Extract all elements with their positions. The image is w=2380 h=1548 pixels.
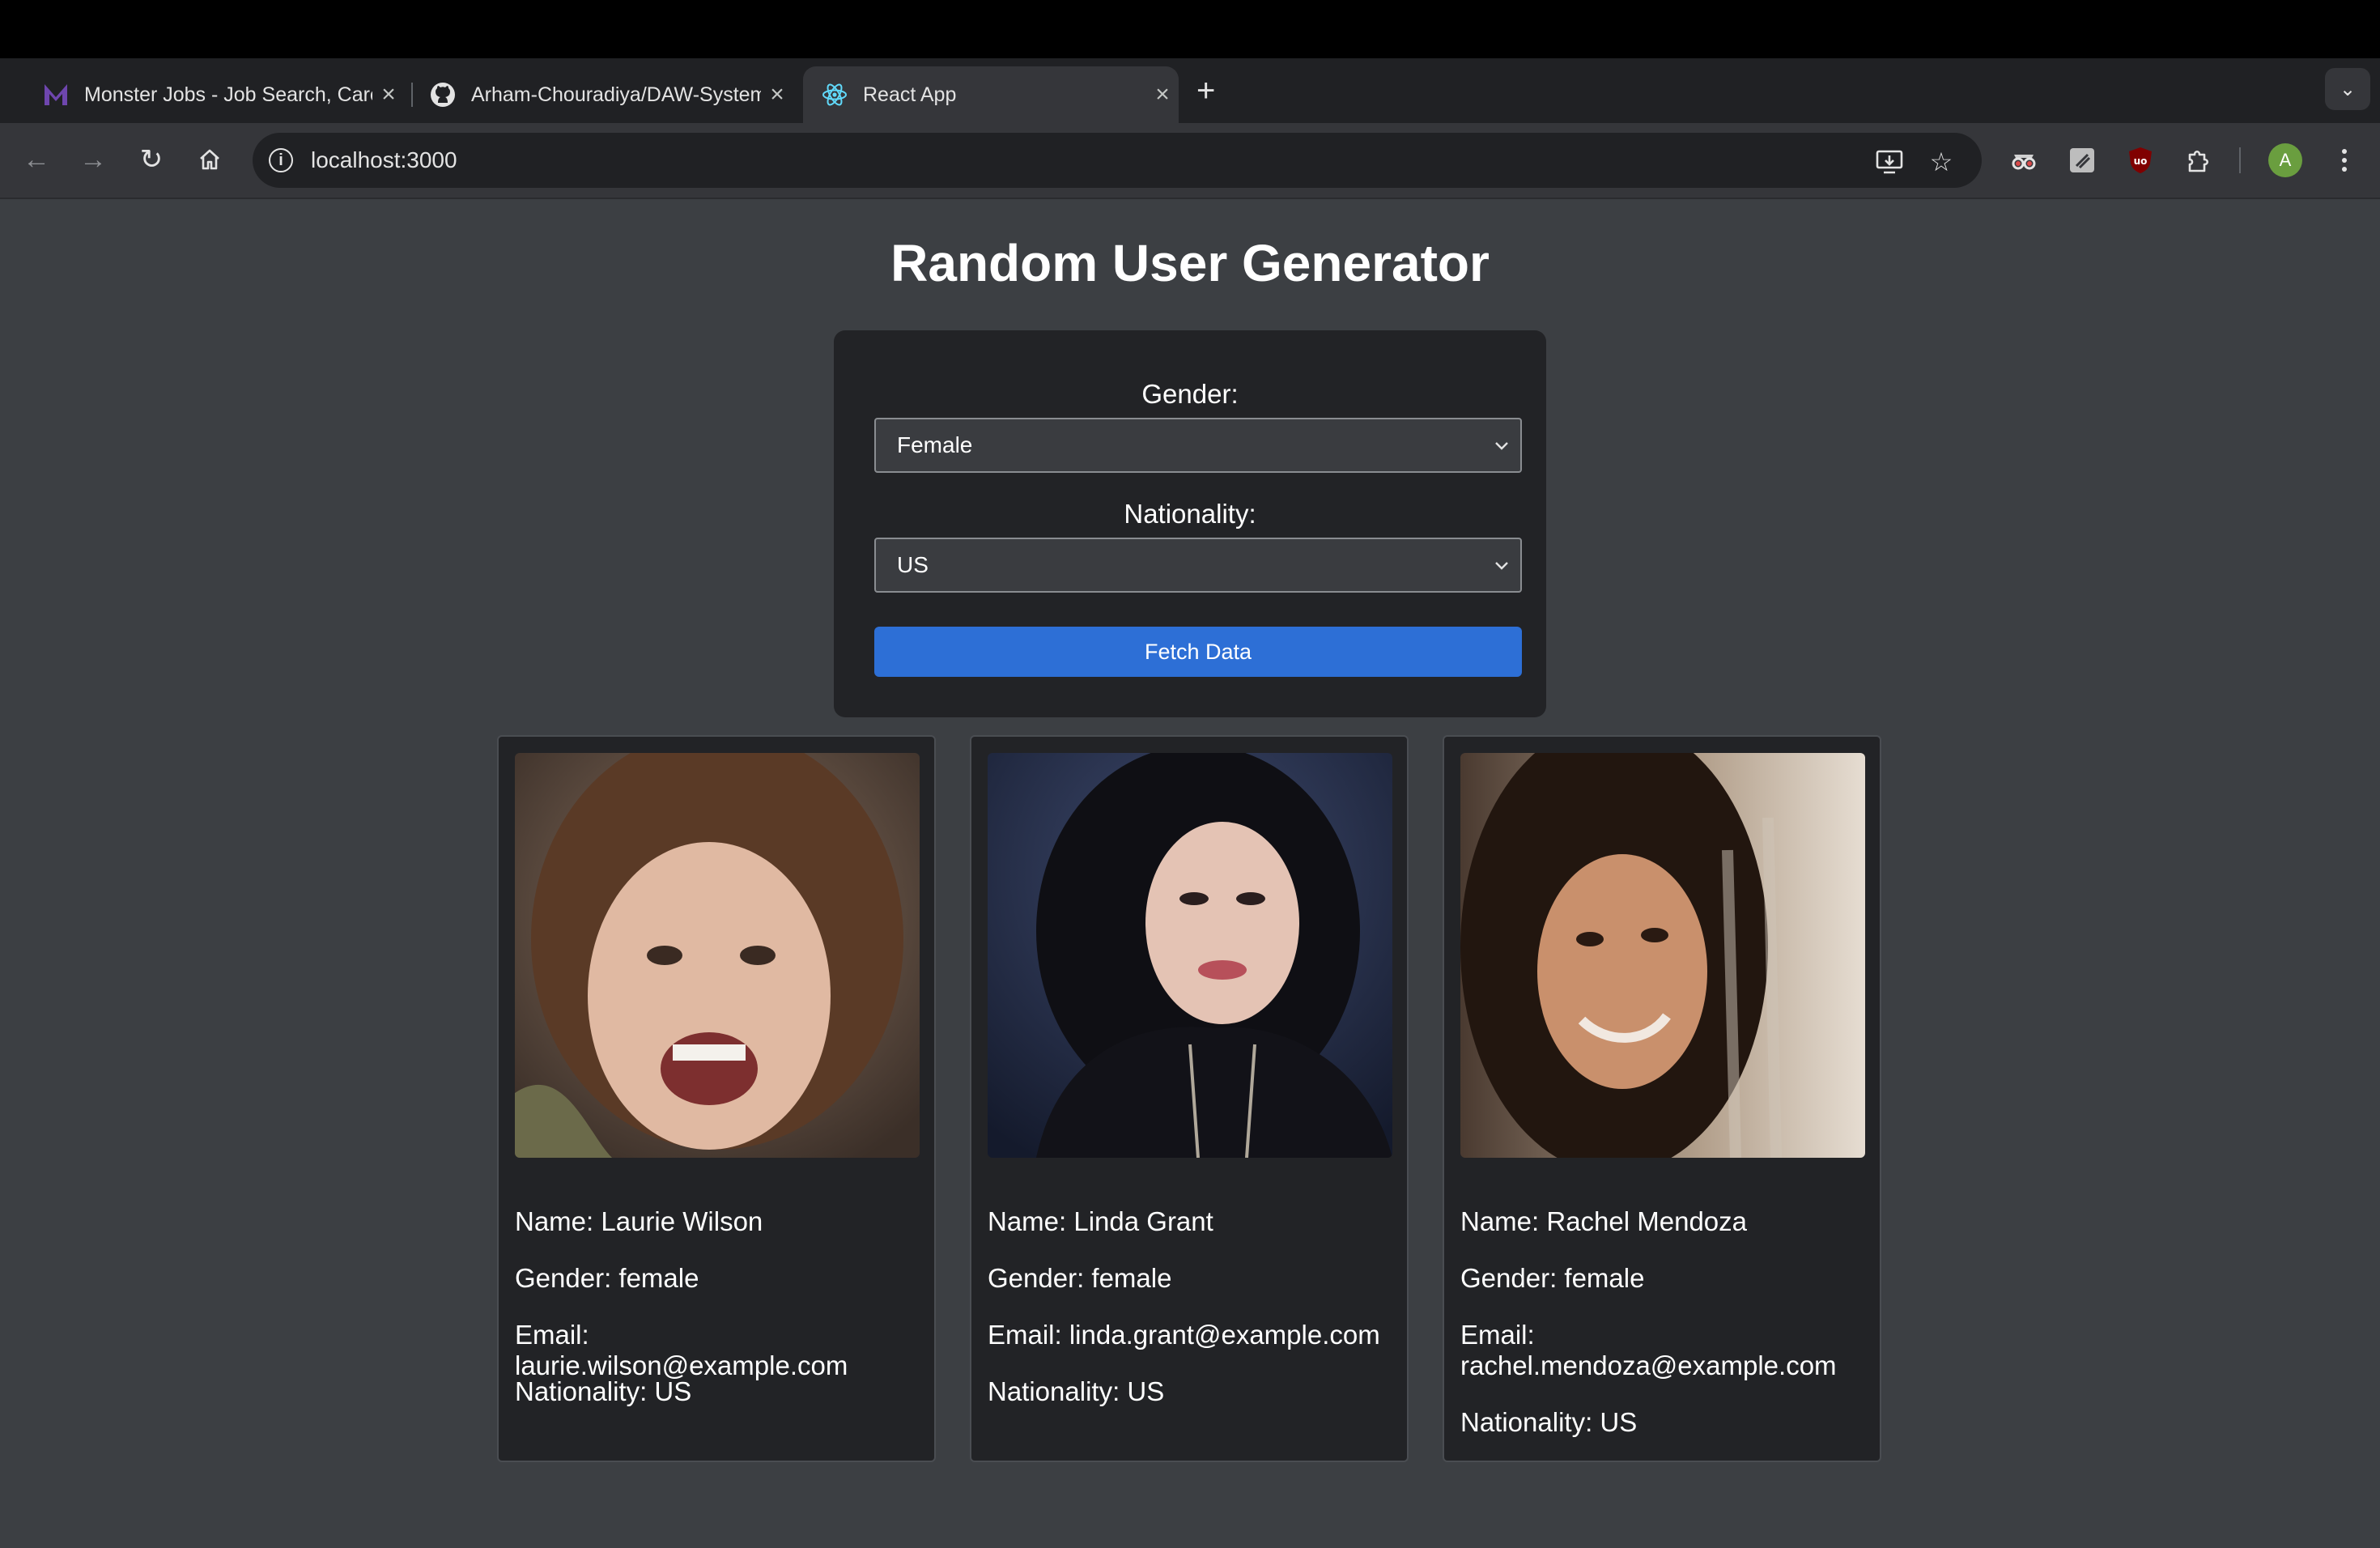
nationality-select[interactable]: US: [874, 538, 1522, 593]
user-card: Name: Linda Grant Gender: female Email: …: [970, 735, 1409, 1462]
close-tab-icon[interactable]: ×: [372, 81, 405, 108]
fetch-data-button[interactable]: Fetch Data: [874, 627, 1522, 677]
tab-title: React App: [863, 83, 957, 106]
github-icon: [429, 81, 457, 108]
user-name: Name: Rachel Mendoza: [1460, 1206, 1748, 1236]
user-email: Email: laurie.wilson@example.com: [515, 1320, 848, 1380]
svg-text:uo: uo: [2134, 155, 2148, 167]
user-email: Email: linda.grant@example.com: [988, 1320, 1380, 1350]
chevron-down-icon: [1494, 435, 1509, 456]
browser-toolbar: ← → ↻ i localhost:3000 ☆ uo: [0, 123, 2380, 199]
nationality-label: Nationality:: [1124, 499, 1256, 529]
react-icon: [821, 81, 848, 108]
spy-glasses-extension-icon[interactable]: [2006, 142, 2042, 178]
tab-react-app[interactable]: React App ×: [803, 66, 1179, 123]
forward-arrow-icon[interactable]: →: [73, 139, 113, 180]
gender-select-value: Female: [897, 432, 973, 457]
gender-label: Gender:: [1141, 379, 1239, 409]
user-photo: [515, 753, 920, 1158]
user-card: Name: Rachel Mendoza Gender: female Emai…: [1443, 735, 1881, 1462]
nationality-select-value: US: [897, 552, 929, 577]
install-app-icon[interactable]: [1873, 146, 1906, 178]
tab-monster-jobs[interactable]: Monster Jobs - Job Search, Career Advice…: [24, 66, 405, 123]
profile-avatar[interactable]: A: [2268, 143, 2302, 177]
back-arrow-icon[interactable]: ←: [16, 139, 57, 180]
monster-m-icon: [42, 81, 70, 108]
toolbar-divider: [2239, 147, 2241, 173]
extensions-puzzle-icon[interactable]: [2181, 142, 2216, 178]
tab-github[interactable]: Arham-Chouradiya/DAW-System ×: [411, 66, 793, 123]
tab-strip: Monster Jobs - Job Search, Career Advice…: [0, 58, 2380, 123]
user-email: Email: rachel.mendoza@example.com: [1460, 1320, 1837, 1380]
user-photo: [988, 753, 1392, 1158]
home-icon[interactable]: [189, 139, 230, 180]
tab-title: Monster Jobs - Job Search, Career Advice…: [84, 83, 372, 106]
bookmark-star-icon[interactable]: ☆: [1925, 146, 1957, 178]
user-nationality: Nationality: US: [515, 1376, 692, 1406]
user-gender: Gender: female: [515, 1263, 699, 1293]
close-tab-icon[interactable]: ×: [1146, 81, 1179, 108]
tab-search-chevron-icon[interactable]: ⌄: [2325, 68, 2370, 110]
user-nationality: Nationality: US: [988, 1376, 1165, 1406]
tab-title: Arham-Chouradiya/DAW-System: [471, 83, 761, 106]
user-name: Name: Linda Grant: [988, 1206, 1213, 1236]
notes-extension-icon[interactable]: [2064, 142, 2100, 178]
user-gender: Gender: female: [988, 1263, 1172, 1293]
close-tab-icon[interactable]: ×: [761, 81, 793, 108]
more-options-icon[interactable]: [2327, 142, 2362, 178]
user-card: Name: Laurie Wilson Gender: female Email…: [497, 735, 936, 1462]
user-name: Name: Laurie Wilson: [515, 1206, 763, 1236]
new-tab-button[interactable]: +: [1196, 74, 1215, 107]
gender-select[interactable]: Female: [874, 418, 1522, 473]
chevron-down-icon: [1494, 555, 1509, 576]
page-title: Random User Generator: [890, 234, 1490, 292]
reload-icon[interactable]: ↻: [131, 139, 172, 180]
user-gender: Gender: female: [1460, 1263, 1645, 1293]
address-bar[interactable]: i localhost:3000 ☆: [253, 133, 1982, 188]
user-photo: [1460, 753, 1865, 1158]
filter-form: Gender: Female Nationality: US Fetch Dat…: [834, 330, 1546, 717]
ublock-origin-icon[interactable]: uo: [2123, 142, 2158, 178]
site-info-icon[interactable]: i: [269, 148, 293, 172]
user-nationality: Nationality: US: [1460, 1407, 1638, 1437]
window-top-bar: [0, 0, 2380, 58]
url-text[interactable]: localhost:3000: [311, 147, 457, 173]
